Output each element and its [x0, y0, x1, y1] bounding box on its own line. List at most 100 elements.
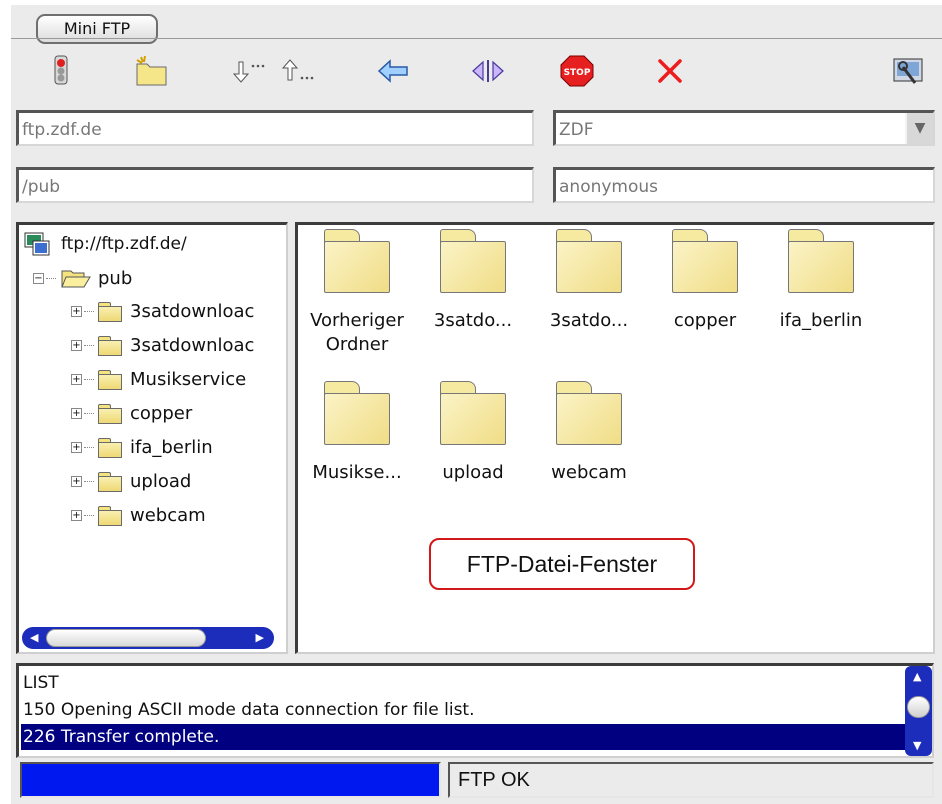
folder-tree[interactable]: ftp://ftp.zdf.de/ − pub +3satdownloac +3s…: [16, 222, 288, 654]
expand-icon[interactable]: +: [71, 374, 82, 385]
folder-icon: [98, 404, 122, 424]
file-item-label: 3satdo...: [433, 310, 513, 331]
stop-button[interactable]: STOP: [557, 52, 597, 90]
tree-item-label: ifa_berlin: [130, 437, 213, 458]
open-folder-icon: [61, 270, 91, 288]
tree-item[interactable]: +3satdownloac: [71, 301, 254, 322]
user-input[interactable]: anonymous: [553, 167, 935, 203]
file-item-label: webcam: [551, 462, 627, 483]
tree-item-pub[interactable]: − pub: [33, 267, 132, 289]
host-input[interactable]: ftp.zdf.de: [16, 110, 534, 146]
tab-divider: [11, 38, 942, 39]
tree-item-label: copper: [130, 403, 193, 424]
scroll-thumb[interactable]: [46, 629, 206, 647]
profile-dropdown-button[interactable]: ▼: [905, 113, 933, 144]
progress-bar: [20, 762, 441, 798]
download-button[interactable]: [229, 52, 269, 90]
file-item[interactable]: ifa_berlin: [766, 229, 876, 333]
tree-item[interactable]: + webcam: [71, 505, 206, 526]
chevron-down-icon: ▼: [914, 120, 926, 136]
scroll-left-icon[interactable]: ◀: [30, 631, 38, 644]
file-item[interactable]: 3satdo...: [418, 229, 528, 333]
progress-fill: [22, 764, 439, 796]
mini-ftp-window: Mini FTP STOP ftp.zdf.de ZDF ▼ /pub anon…: [0, 0, 942, 804]
tab-mini-ftp[interactable]: Mini FTP: [36, 14, 158, 44]
status-text: FTP OK: [458, 769, 530, 791]
tree-item[interactable]: + Musikservice: [71, 369, 246, 390]
expand-icon[interactable]: +: [71, 306, 82, 317]
connect-button[interactable]: [49, 52, 73, 90]
profile-select[interactable]: ZDF ▼: [553, 110, 935, 146]
stop-icon: STOP: [560, 55, 594, 87]
file-item[interactable]: copper: [650, 229, 760, 333]
folder-icon: [786, 229, 856, 293]
back-button[interactable]: [376, 52, 410, 90]
folder-icon: [670, 229, 740, 293]
tree-horizontal-scrollbar[interactable]: ◀ ▶: [22, 627, 274, 649]
file-item-label: upload: [442, 462, 504, 483]
tab-strip: Mini FTP: [11, 4, 942, 44]
file-item-label: ifa_berlin: [779, 310, 863, 331]
tree-item-label: pub: [98, 267, 133, 289]
stop-icon-label: STOP: [564, 68, 591, 78]
expand-icon[interactable]: +: [71, 510, 82, 521]
download-icon: [232, 61, 265, 83]
scroll-down-icon[interactable]: ▼: [913, 739, 921, 752]
folder-icon: [98, 370, 122, 390]
folder-icon: [98, 336, 122, 356]
scroll-up-icon[interactable]: ▲: [913, 670, 921, 683]
tree-item-label: webcam: [130, 505, 206, 526]
delete-button[interactable]: [654, 52, 686, 90]
folder-icon: [438, 229, 508, 293]
tree-item[interactable]: + upload: [71, 471, 191, 492]
file-window-callout: FTP-Datei-Fenster: [429, 538, 695, 590]
file-item-label: Musikse...: [312, 462, 402, 483]
file-item[interactable]: webcam: [534, 381, 644, 485]
folder-icon: [322, 229, 392, 293]
folder-icon: [554, 229, 624, 293]
folder-icon: [98, 472, 122, 492]
folder-icon: [98, 438, 122, 458]
tree-root[interactable]: ftp://ftp.zdf.de/: [23, 231, 187, 257]
back-arrow-icon: [377, 59, 408, 83]
settings-button[interactable]: [889, 52, 927, 90]
folder-icon: [438, 381, 508, 445]
ftp-server-icon: [24, 232, 50, 256]
expand-icon[interactable]: +: [71, 442, 82, 453]
file-item-label-line2: Ordner: [325, 334, 389, 355]
file-item-label: 3satdo...: [549, 310, 629, 331]
log-vertical-scrollbar[interactable]: ▲ ▼: [905, 666, 932, 756]
tree-item[interactable]: + copper: [71, 403, 192, 424]
file-item-label: Vorheriger: [310, 310, 404, 331]
log-line: LIST: [23, 673, 59, 693]
tree-item[interactable]: + ifa_berlin: [71, 437, 213, 458]
log-panel[interactable]: LIST 150 Opening ASCII mode data connect…: [16, 663, 934, 758]
path-input[interactable]: /pub: [16, 167, 534, 203]
scroll-thumb[interactable]: [907, 696, 930, 718]
collapse-icon[interactable]: −: [33, 272, 44, 284]
scroll-right-icon[interactable]: ▶: [256, 631, 264, 644]
file-item[interactable]: Vorheriger Ordner: [302, 229, 412, 357]
expand-icon[interactable]: +: [71, 476, 82, 487]
refresh-icon: [472, 60, 504, 82]
file-item[interactable]: Musikse...: [302, 381, 412, 485]
folder-icon: [98, 302, 122, 322]
tree-root-label: ftp://ftp.zdf.de/: [61, 234, 187, 254]
upload-button[interactable]: [278, 52, 318, 90]
folder-icon: [554, 381, 624, 445]
tree-item-label: 3satdownloac: [130, 301, 255, 322]
upload-icon: [281, 59, 314, 81]
refresh-button[interactable]: [470, 52, 506, 90]
tree-item[interactable]: +3satdownloac: [71, 335, 254, 356]
new-folder-icon: [136, 55, 167, 86]
log-line: 150 Opening ASCII mode data connection f…: [23, 700, 475, 720]
tree-item-label: upload: [130, 471, 192, 492]
tree-item-label: Musikservice: [130, 369, 247, 390]
expand-icon[interactable]: +: [71, 408, 82, 419]
file-item[interactable]: 3satdo...: [534, 229, 644, 333]
file-item[interactable]: upload: [418, 381, 528, 485]
new-folder-button[interactable]: [132, 52, 172, 90]
log-line-selected[interactable]: 226 Transfer complete.: [21, 724, 906, 750]
expand-icon[interactable]: +: [71, 340, 82, 351]
status-panel: FTP OK: [448, 762, 934, 798]
